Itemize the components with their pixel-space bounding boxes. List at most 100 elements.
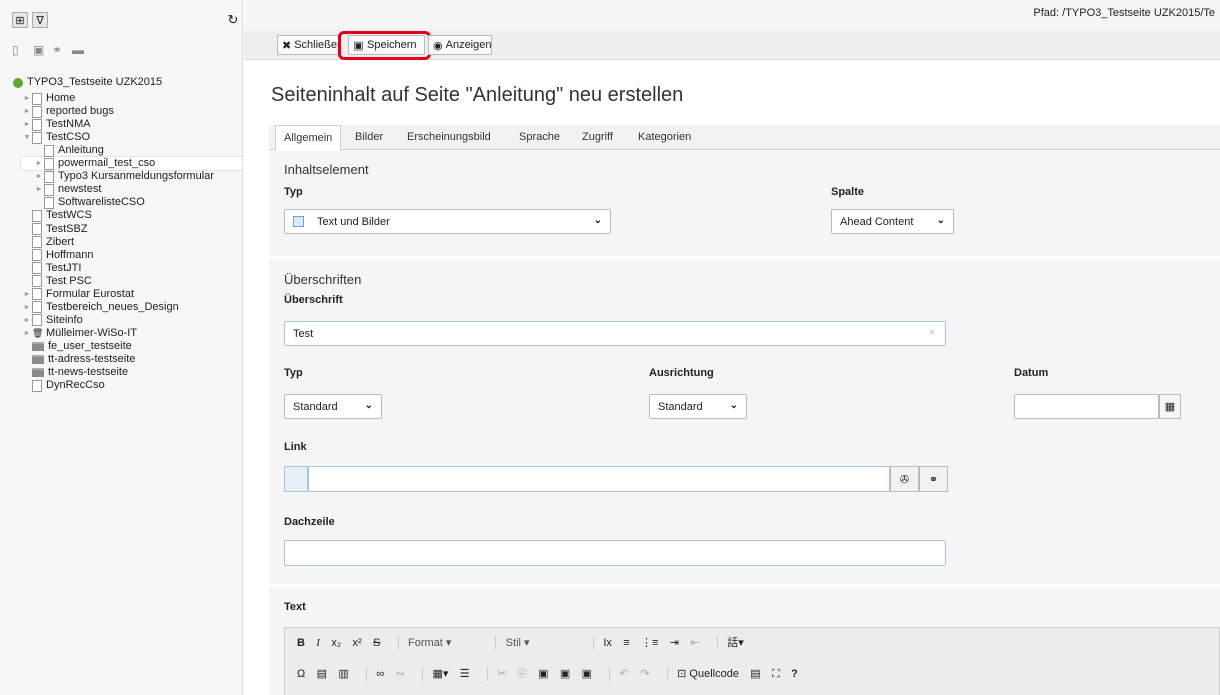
caret-right-icon[interactable]: ►: [22, 118, 32, 131]
tab-bilder[interactable]: Bilder: [355, 125, 383, 150]
redo-icon[interactable]: ↷: [640, 667, 649, 680]
page-icon[interactable]: ▯: [12, 43, 19, 57]
tree-item[interactable]: Zibert: [22, 236, 74, 249]
show-blocks-icon[interactable]: ▤: [750, 667, 760, 680]
superscript-button[interactable]: x²: [352, 637, 361, 649]
caret-right-icon[interactable]: ►: [22, 288, 32, 301]
tree-item[interactable]: ► Formular Eurostat: [22, 288, 134, 301]
view-button[interactable]: ◉ Anzeigen: [428, 35, 492, 55]
page-icon: [44, 157, 54, 170]
caret-right-icon[interactable]: ►: [22, 92, 32, 105]
tree-item[interactable]: Anleitung: [34, 144, 104, 157]
tree-item[interactable]: TestWCS: [22, 209, 92, 222]
special-char-icon[interactable]: Ω: [297, 668, 305, 680]
typ2-select[interactable]: Standard ⌄: [284, 394, 382, 419]
tree-item[interactable]: SoftwarelisteCSO: [34, 196, 145, 209]
caret-right-icon[interactable]: ►: [22, 105, 32, 118]
tree-item[interactable]: ► Typo3 Kursanmeldungsformular: [34, 170, 214, 183]
clear-icon[interactable]: ×: [929, 327, 935, 339]
close-icon: ✖: [282, 39, 292, 52]
table-icon[interactable]: ▦▾: [433, 667, 449, 680]
new-page-icon[interactable]: ⊞: [12, 12, 28, 28]
bold-button[interactable]: B: [297, 637, 305, 649]
refresh-icon[interactable]: ↻: [225, 12, 241, 28]
tree-item[interactable]: fe_user_testseite: [22, 340, 132, 353]
paste-word-icon[interactable]: ▣: [582, 667, 592, 680]
ueberschrift-input[interactable]: Test ×: [284, 321, 946, 346]
language-icon[interactable]: 話▾: [727, 634, 744, 650]
unlink-icon[interactable]: ∾: [396, 667, 405, 680]
tree-item[interactable]: ► newstest: [34, 183, 101, 196]
maximize-icon[interactable]: ⛶: [772, 668, 780, 681]
hr-icon[interactable]: ☰: [460, 667, 470, 680]
tree-item[interactable]: ► powermail_test_cso: [34, 157, 155, 170]
paste-icon[interactable]: ▣: [538, 667, 548, 680]
folder-icon: [32, 368, 44, 378]
spalte-select[interactable]: Ahead Content ⌄: [831, 209, 954, 234]
abbreviation-icon[interactable]: ▤: [317, 667, 327, 680]
link-icon[interactable]: ⚭: [919, 466, 948, 492]
caret-right-icon[interactable]: ►: [22, 301, 32, 314]
caret-right-icon[interactable]: ►: [22, 314, 32, 327]
tree-item[interactable]: TestJTI: [22, 262, 81, 275]
subscript-button[interactable]: x₂: [331, 637, 341, 649]
caret-right-icon[interactable]: ►: [34, 183, 44, 196]
datum-input[interactable]: [1014, 394, 1159, 419]
tree-root[interactable]: TYPO3_Testseite UZK2015: [13, 76, 162, 89]
tree-item[interactable]: ► Siteinfo: [22, 314, 83, 327]
tree-item[interactable]: Test PSC: [22, 275, 92, 288]
caret-down-icon[interactable]: ▼: [22, 131, 32, 144]
ausrichtung-select[interactable]: Standard ⌄: [649, 394, 747, 419]
link-browser-icon[interactable]: ✇: [890, 466, 919, 492]
outdent-icon[interactable]: ⇤: [690, 636, 699, 649]
caret-right-icon[interactable]: ►: [22, 327, 32, 340]
dachzeile-input[interactable]: [284, 540, 946, 566]
italic-button[interactable]: I: [316, 637, 320, 649]
tab-erscheinungsbild[interactable]: Erscheinungsbild: [407, 125, 491, 150]
caret-right-icon[interactable]: ►: [34, 157, 44, 170]
tree-item[interactable]: Hoffmann: [22, 249, 94, 262]
link-icon[interactable]: ⚭: [52, 43, 62, 57]
tab-sprache[interactable]: Sprache: [519, 125, 560, 150]
remove-format-icon[interactable]: Ix: [603, 637, 612, 649]
bullet-list-icon[interactable]: ⋮≡: [641, 636, 658, 649]
page-new-icon[interactable]: ▣: [33, 43, 44, 57]
paste-text-icon[interactable]: ▣: [560, 667, 570, 680]
tree-item[interactable]: tt-news-testseite: [22, 366, 128, 379]
chevron-down-icon: ⌄: [364, 400, 373, 411]
tree-item[interactable]: ► TestNMA: [22, 118, 91, 131]
typ-select[interactable]: Text und Bilder ⌄: [284, 209, 611, 234]
style-dropdown[interactable]: Stil ▾: [506, 636, 576, 649]
strike-button[interactable]: S: [373, 637, 380, 649]
copy-icon[interactable]: ⎘: [518, 668, 527, 681]
tab-allgemein[interactable]: Allgemein: [275, 125, 342, 151]
link-input[interactable]: [308, 466, 890, 492]
folder-icon[interactable]: ▬: [72, 43, 84, 57]
tree-item[interactable]: tt-adress-testseite: [22, 353, 135, 366]
source-button[interactable]: ⊡ Quellcode: [677, 667, 739, 680]
tree-item[interactable]: ► Home: [22, 92, 75, 105]
help-icon[interactable]: ?: [791, 668, 798, 680]
typ-label: Typ: [284, 186, 303, 198]
caret-right-icon[interactable]: ►: [34, 170, 44, 183]
tab-kategorien[interactable]: Kategorien: [638, 125, 691, 150]
link-icon[interactable]: ∞: [376, 668, 384, 680]
close-button[interactable]: ✖ Schließen: [277, 35, 339, 55]
numbered-list-icon[interactable]: ≡: [623, 637, 629, 649]
tree-item[interactable]: ► Testbereich_neues_Design: [22, 301, 179, 314]
book-icon[interactable]: ▥: [338, 667, 348, 680]
cut-icon[interactable]: ✂: [497, 667, 506, 680]
filter-icon[interactable]: ∇: [32, 12, 48, 28]
tab-zugriff[interactable]: Zugriff: [582, 125, 613, 150]
tree-item-label: TestJTI: [46, 261, 82, 274]
tree-item[interactable]: ▼ TestCSO: [22, 131, 90, 144]
undo-icon[interactable]: ↶: [620, 667, 629, 680]
format-dropdown[interactable]: Format ▾: [408, 636, 478, 649]
tree-item[interactable]: DynRecCso: [22, 379, 105, 392]
indent-icon[interactable]: ⇥: [670, 636, 679, 649]
tree-item[interactable]: ► 🗑 Mülleimer-WiSo-IT: [22, 327, 138, 340]
tree-item-label: TestWCS: [46, 209, 92, 222]
tree-item[interactable]: TestSBZ: [22, 223, 88, 236]
tree-item[interactable]: ► reported bugs: [22, 105, 114, 118]
calendar-icon[interactable]: ▦: [1159, 394, 1181, 419]
